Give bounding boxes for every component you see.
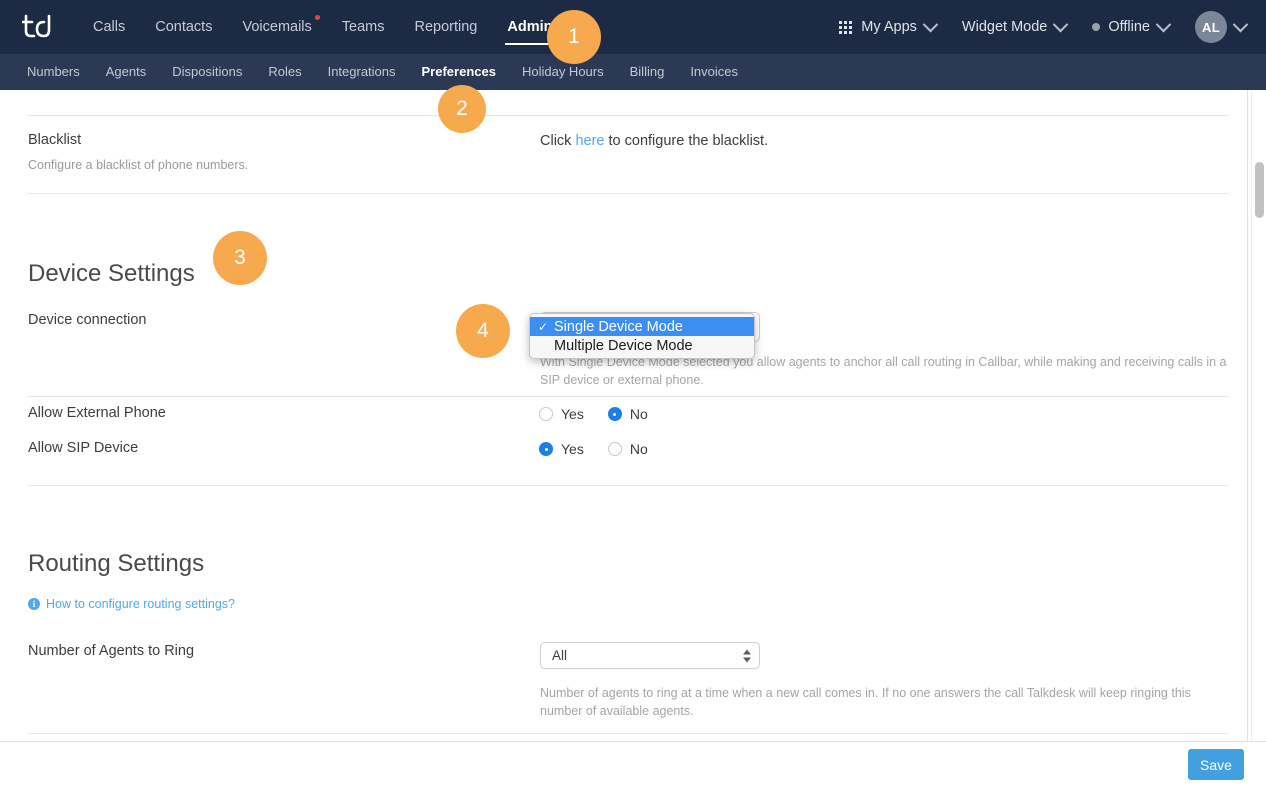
routing-settings-help-link[interactable]: i How to configure routing settings? bbox=[28, 597, 235, 611]
radio-label: No bbox=[629, 406, 648, 422]
device-settings-title: Device Settings bbox=[28, 260, 195, 287]
blacklist-label: Blacklist bbox=[28, 132, 82, 148]
routing-settings-help-label: How to configure routing settings? bbox=[46, 597, 235, 611]
topnav-label: Voicemails bbox=[242, 19, 312, 35]
blacklist-description: Configure a blacklist of phone numbers. bbox=[28, 158, 249, 172]
radio-label: Yes bbox=[561, 441, 584, 457]
allow-external-phone-no[interactable]: No bbox=[607, 406, 648, 422]
device-connection-dropdown-popup[interactable]: ✓ Single Device Mode ✓ Multiple Device M… bbox=[529, 313, 755, 359]
annotation-badge-1: 1 bbox=[547, 10, 601, 64]
my-apps-menu[interactable]: My Apps bbox=[826, 0, 949, 54]
radio-icon-selected bbox=[539, 442, 553, 456]
topnav-label: Reporting bbox=[414, 19, 478, 35]
preferences-content-area: Blacklist Configure a blacklist of phone… bbox=[0, 90, 1248, 741]
topnav-item-voicemails[interactable]: Voicemails bbox=[227, 0, 326, 54]
subnav-item-invoices[interactable]: Invoices bbox=[677, 54, 751, 90]
radio-label: Yes bbox=[561, 406, 584, 422]
radio-label: No bbox=[629, 441, 648, 457]
chevron-down-icon bbox=[1053, 16, 1069, 32]
top-navigation-bar: Calls Contacts Voicemails Teams Reportin… bbox=[0, 0, 1266, 54]
notification-dot-icon bbox=[314, 15, 320, 20]
allow-sip-device-label: Allow SIP Device bbox=[28, 440, 139, 456]
blacklist-text-before: Click bbox=[540, 133, 576, 149]
checkmark-icon: ✓ bbox=[538, 319, 549, 334]
checkmark-icon-placeholder: ✓ bbox=[538, 339, 554, 353]
chevron-down-icon bbox=[1155, 16, 1172, 32]
radio-icon bbox=[539, 407, 553, 421]
routing-settings-title: Routing Settings bbox=[28, 550, 205, 577]
subnav-item-dispositions[interactable]: Dispositions bbox=[159, 54, 255, 90]
topnav-label: Calls bbox=[93, 19, 126, 35]
dropdown-option-label: Single Device Mode bbox=[554, 318, 683, 335]
number-of-agents-select[interactable]: All bbox=[540, 642, 760, 669]
widget-mode-menu[interactable]: Widget Mode bbox=[949, 0, 1079, 54]
subnav-item-roles[interactable]: Roles bbox=[255, 54, 314, 90]
radio-icon-selected bbox=[607, 407, 622, 421]
my-apps-label: My Apps bbox=[861, 19, 917, 35]
allow-sip-device-yes[interactable]: Yes bbox=[539, 441, 584, 457]
allow-sip-device-radio-group: Yes No bbox=[539, 441, 648, 457]
top-nav-right-group: My Apps Widget Mode Offline AL bbox=[826, 0, 1266, 54]
annotation-badge-4: 4 bbox=[456, 304, 510, 358]
blacklist-text-after: to configure the blacklist. bbox=[604, 133, 769, 149]
topnav-item-teams[interactable]: Teams bbox=[327, 0, 400, 54]
annotation-badge-2: 2 bbox=[438, 85, 486, 133]
subnav-item-numbers[interactable]: Numbers bbox=[14, 54, 93, 90]
topnav-item-contacts[interactable]: Contacts bbox=[140, 0, 227, 54]
info-icon: i bbox=[28, 598, 40, 610]
widget-mode-label: Widget Mode bbox=[961, 19, 1048, 35]
allow-external-phone-radio-group: Yes No bbox=[539, 406, 648, 422]
blacklist-here-link[interactable]: here bbox=[575, 133, 604, 149]
subnav-item-billing[interactable]: Billing bbox=[617, 54, 678, 90]
blacklist-configure-text: Click here to configure the blacklist. bbox=[540, 133, 768, 149]
top-nav-links: Calls Contacts Voicemails Teams Reportin… bbox=[78, 0, 567, 54]
dropdown-option-single-device-mode[interactable]: ✓ Single Device Mode bbox=[530, 317, 754, 336]
divider-after-device-connection bbox=[28, 396, 1228, 397]
number-of-agents-label: Number of Agents to Ring bbox=[28, 643, 195, 659]
topnav-item-calls[interactable]: Calls bbox=[78, 0, 140, 54]
status-dot-icon bbox=[1092, 23, 1101, 31]
chevron-down-icon bbox=[1232, 16, 1249, 32]
apps-grid-icon bbox=[839, 20, 853, 34]
subnav-item-integrations[interactable]: Integrations bbox=[315, 54, 409, 90]
vertical-scrollbar[interactable] bbox=[1251, 90, 1266, 741]
device-connection-label: Device connection bbox=[28, 312, 147, 328]
topnav-label: Teams bbox=[341, 19, 385, 35]
user-account-menu[interactable]: AL bbox=[1182, 0, 1250, 54]
stepper-arrows-icon bbox=[743, 649, 751, 662]
annotation-badge-3: 3 bbox=[213, 231, 267, 285]
dropdown-option-label: Multiple Device Mode bbox=[554, 337, 693, 354]
number-of-agents-help-text: Number of agents to ring at a time when … bbox=[540, 686, 1191, 718]
number-of-agents-value: All bbox=[552, 648, 568, 663]
allow-sip-device-no[interactable]: No bbox=[607, 441, 648, 457]
chevron-down-icon bbox=[922, 16, 939, 32]
topnav-label: Admin bbox=[507, 19, 553, 35]
divider-after-blacklist bbox=[28, 193, 1228, 194]
avatar: AL bbox=[1195, 11, 1227, 43]
topnav-label: Contacts bbox=[155, 19, 213, 35]
allow-external-phone-yes[interactable]: Yes bbox=[539, 406, 584, 422]
footer-action-bar: Save bbox=[0, 741, 1266, 787]
topnav-item-reporting[interactable]: Reporting bbox=[400, 0, 493, 54]
subnav-item-agents[interactable]: Agents bbox=[93, 54, 159, 90]
status-label: Offline bbox=[1108, 19, 1150, 35]
radio-icon bbox=[607, 442, 622, 456]
divider-after-device-settings bbox=[28, 485, 1228, 486]
talkdesk-logo-icon[interactable] bbox=[22, 12, 56, 42]
admin-subnav-bar: Numbers Agents Dispositions Roles Integr… bbox=[0, 54, 1266, 90]
agent-status-menu[interactable]: Offline bbox=[1079, 0, 1182, 54]
divider-top bbox=[28, 115, 1228, 116]
allow-external-phone-label: Allow External Phone bbox=[28, 405, 166, 421]
scrollbar-thumb[interactable] bbox=[1255, 162, 1264, 218]
divider-bottom bbox=[28, 733, 1228, 734]
save-button[interactable]: Save bbox=[1188, 749, 1244, 780]
dropdown-option-multiple-device-mode[interactable]: ✓ Multiple Device Mode bbox=[530, 336, 754, 355]
talkdesk-admin-preferences-page: Calls Contacts Voicemails Teams Reportin… bbox=[0, 0, 1266, 787]
